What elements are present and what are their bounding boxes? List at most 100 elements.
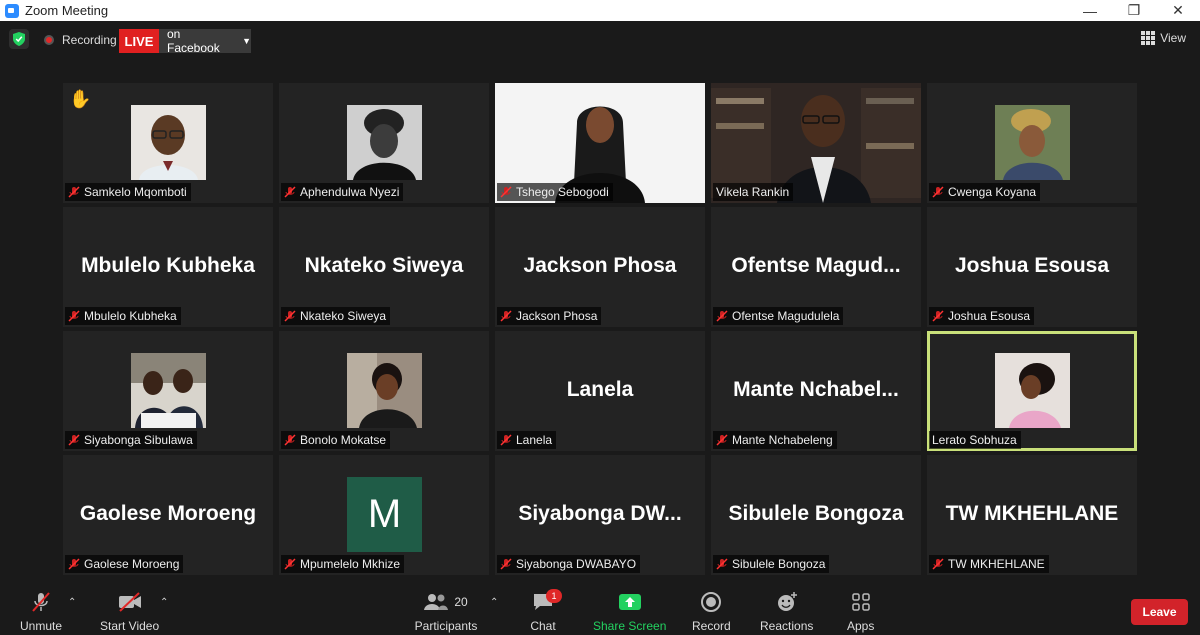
participant-photo [347, 353, 422, 428]
apps-button[interactable]: Apps [847, 591, 874, 633]
recording-label: Recording [62, 33, 117, 47]
record-icon [698, 591, 724, 613]
participants-count: 20 [454, 595, 468, 609]
chevron-down-icon: ▼ [242, 36, 251, 46]
participants-icon: 20 [414, 591, 478, 613]
muted-mic-icon [500, 186, 512, 198]
participant-tile[interactable]: Mbulelo Kubheka Mbulelo Kubheka [63, 207, 273, 327]
muted-mic-icon [68, 310, 80, 322]
participant-tile[interactable]: Nkateko Siweya Nkateko Siweya [279, 207, 489, 327]
participant-big-name: Mbulelo Kubheka [81, 254, 255, 277]
participant-tile[interactable]: Bonolo Mokatse [279, 331, 489, 451]
participant-name-tag: Siyabonga Sibulawa [65, 431, 197, 449]
participant-big-name: Siyabonga DW... [518, 502, 682, 525]
view-button[interactable]: View [1141, 31, 1186, 45]
participants-chevron-up-icon[interactable]: ⌃ [490, 597, 498, 608]
participant-tile[interactable]: Aphendulwa Nyezi [279, 83, 489, 203]
participant-big-name: Lanela [566, 378, 634, 401]
start-video-button[interactable]: Start Video [100, 591, 159, 633]
minimize-button[interactable]: — [1068, 3, 1112, 19]
participant-tile[interactable]: Mante Nchabel... Mante Nchabeleng [711, 331, 921, 451]
active-speaker-tile[interactable]: Lerato Sobhuza [927, 331, 1137, 451]
audio-options-chevron-up-icon[interactable]: ⌃ [68, 597, 76, 608]
muted-mic-icon [28, 591, 54, 613]
encryption-shield-icon[interactable] [9, 29, 29, 49]
participant-name-tag: Tshego Sebogodi [497, 183, 613, 201]
initial-avatar: M [347, 477, 422, 552]
participant-name-tag: Jackson Phosa [497, 307, 602, 325]
participant-tile[interactable]: Joshua Esousa Joshua Esousa [927, 207, 1137, 327]
video-options-chevron-up-icon[interactable]: ⌃ [160, 597, 168, 608]
participant-name-tag: Aphendulwa Nyezi [281, 183, 404, 201]
participant-name-tag: Nkateko Siweya [281, 307, 391, 325]
unmute-button[interactable]: Unmute [20, 591, 62, 633]
restore-button[interactable]: ❐ [1112, 2, 1156, 19]
leave-button[interactable]: Leave [1131, 599, 1188, 625]
muted-mic-icon [284, 558, 296, 570]
share-screen-icon [617, 591, 643, 613]
muted-mic-icon [284, 434, 296, 446]
view-label: View [1160, 31, 1186, 45]
livestream-target-dropdown[interactable]: on Facebook ▼ [159, 27, 251, 55]
muted-mic-icon [68, 186, 80, 198]
participant-photo [995, 353, 1070, 428]
participant-big-name: Gaolese Moroeng [79, 502, 257, 525]
recording-indicator-icon [44, 35, 54, 45]
participant-photo [131, 105, 206, 180]
participants-button[interactable]: 20 Participants [414, 591, 478, 633]
participant-name-tag: Siyabonga DWABAYO [497, 555, 641, 573]
muted-mic-icon [932, 310, 944, 322]
participant-tile[interactable]: Tshego Sebogodi [495, 83, 705, 203]
participant-tile[interactable]: Gaolese Moroeng Gaolese Moroeng [63, 455, 273, 575]
participant-name-tag: Mante Nchabeleng [713, 431, 837, 449]
participant-big-name: Ofentse Magud... [731, 254, 901, 277]
participant-name-tag: Cwenga Koyana [929, 183, 1041, 201]
participant-name-tag: Bonolo Mokatse [281, 431, 391, 449]
participant-big-name: Nkateko Siweya [304, 254, 464, 277]
zoom-app-icon [5, 3, 19, 18]
muted-mic-icon [284, 186, 296, 198]
participant-tile[interactable]: Sibulele Bongoza Sibulele Bongoza [711, 455, 921, 575]
participant-tile[interactable]: Siyabonga Sibulawa [63, 331, 273, 451]
participant-name-tag: Ofentse Magudulela [713, 307, 844, 325]
close-button[interactable]: ✕ [1156, 2, 1200, 19]
participant-tile[interactable]: M Mpumelelo Mkhize [279, 455, 489, 575]
muted-mic-icon [500, 434, 512, 446]
participant-tile[interactable]: Jackson Phosa Jackson Phosa [495, 207, 705, 327]
muted-mic-icon [932, 186, 944, 198]
participant-tile[interactable]: Ofentse Magud... Ofentse Magudulela [711, 207, 921, 327]
meeting-toolbar: Unmute ⌃ Start Video ⌃ 20 Participants ⌃… [0, 585, 1200, 635]
muted-mic-icon [716, 310, 728, 322]
apps-icon [848, 591, 874, 613]
participant-tile[interactable]: Vikela Rankin [711, 83, 921, 203]
live-badge: LIVE [119, 29, 159, 53]
participant-tile[interactable]: Cwenga Koyana [927, 83, 1137, 203]
participant-name-tag: Lerato Sobhuza [929, 431, 1021, 449]
share-screen-button[interactable]: Share Screen [593, 591, 666, 633]
reactions-button[interactable]: Reactions [760, 591, 813, 633]
gallery-grid-icon [1141, 31, 1156, 45]
participant-name-tag: TW MKHEHLANE [929, 555, 1049, 573]
participant-photo [995, 105, 1070, 180]
muted-mic-icon [500, 558, 512, 570]
muted-mic-icon [932, 558, 944, 570]
gallery-grid: ✋ Samkelo Mqomboti Aphendulwa Nyezi Tshe… [63, 83, 1138, 575]
chat-unread-badge: 1 [546, 589, 562, 603]
participant-tile[interactable]: ✋ Samkelo Mqomboti [63, 83, 273, 203]
participant-big-name: Sibulele Bongoza [728, 502, 904, 525]
meeting-topbar: Recording LIVE on Facebook ▼ View [0, 21, 1200, 61]
livestream-target-label: on Facebook [167, 27, 220, 55]
muted-mic-icon [68, 434, 80, 446]
participant-tile[interactable]: Siyabonga DW... Siyabonga DWABAYO [495, 455, 705, 575]
participant-photo [131, 353, 206, 428]
participant-name-tag: Mbulelo Kubheka [65, 307, 181, 325]
participant-tile[interactable]: Lanela Lanela [495, 331, 705, 451]
participant-name-tag: Mpumelelo Mkhize [281, 555, 405, 573]
participant-name-tag: Vikela Rankin [713, 183, 794, 201]
participant-big-name: Jackson Phosa [523, 254, 677, 277]
muted-mic-icon [716, 434, 728, 446]
participant-tile[interactable]: TW MKHEHLANE TW MKHEHLANE [927, 455, 1137, 575]
window-title: Zoom Meeting [25, 3, 109, 18]
window-titlebar: Zoom Meeting — ❐ ✕ [0, 0, 1200, 21]
record-button[interactable]: Record [692, 591, 731, 633]
